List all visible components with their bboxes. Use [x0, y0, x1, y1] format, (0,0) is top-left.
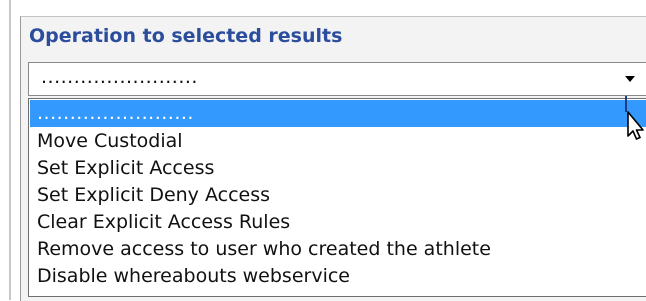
section-title: Operation to selected results [29, 25, 343, 47]
left-divider [9, 0, 11, 300]
option-set-explicit-deny-access[interactable]: Set Explicit Deny Access [30, 182, 646, 209]
option-move-custodial[interactable]: Move Custodial [30, 128, 646, 155]
option-set-explicit-access[interactable]: Set Explicit Access [30, 155, 646, 182]
chevron-down-icon[interactable] [625, 76, 635, 82]
operation-options-list[interactable]: ........................ Move Custodial … [28, 98, 646, 297]
operation-select[interactable]: ........................ [28, 62, 646, 96]
option-clear-explicit-access-rules[interactable]: Clear Explicit Access Rules [30, 209, 646, 236]
option-disable-whereabouts-webservice[interactable]: Disable whereabouts webservice [30, 263, 646, 290]
mouse-cursor-icon [625, 96, 644, 140]
select-current-value: ........................ [41, 66, 198, 88]
option-placeholder[interactable]: ........................ [30, 100, 646, 127]
option-remove-access-creator[interactable]: Remove access to user who created the at… [30, 236, 646, 263]
